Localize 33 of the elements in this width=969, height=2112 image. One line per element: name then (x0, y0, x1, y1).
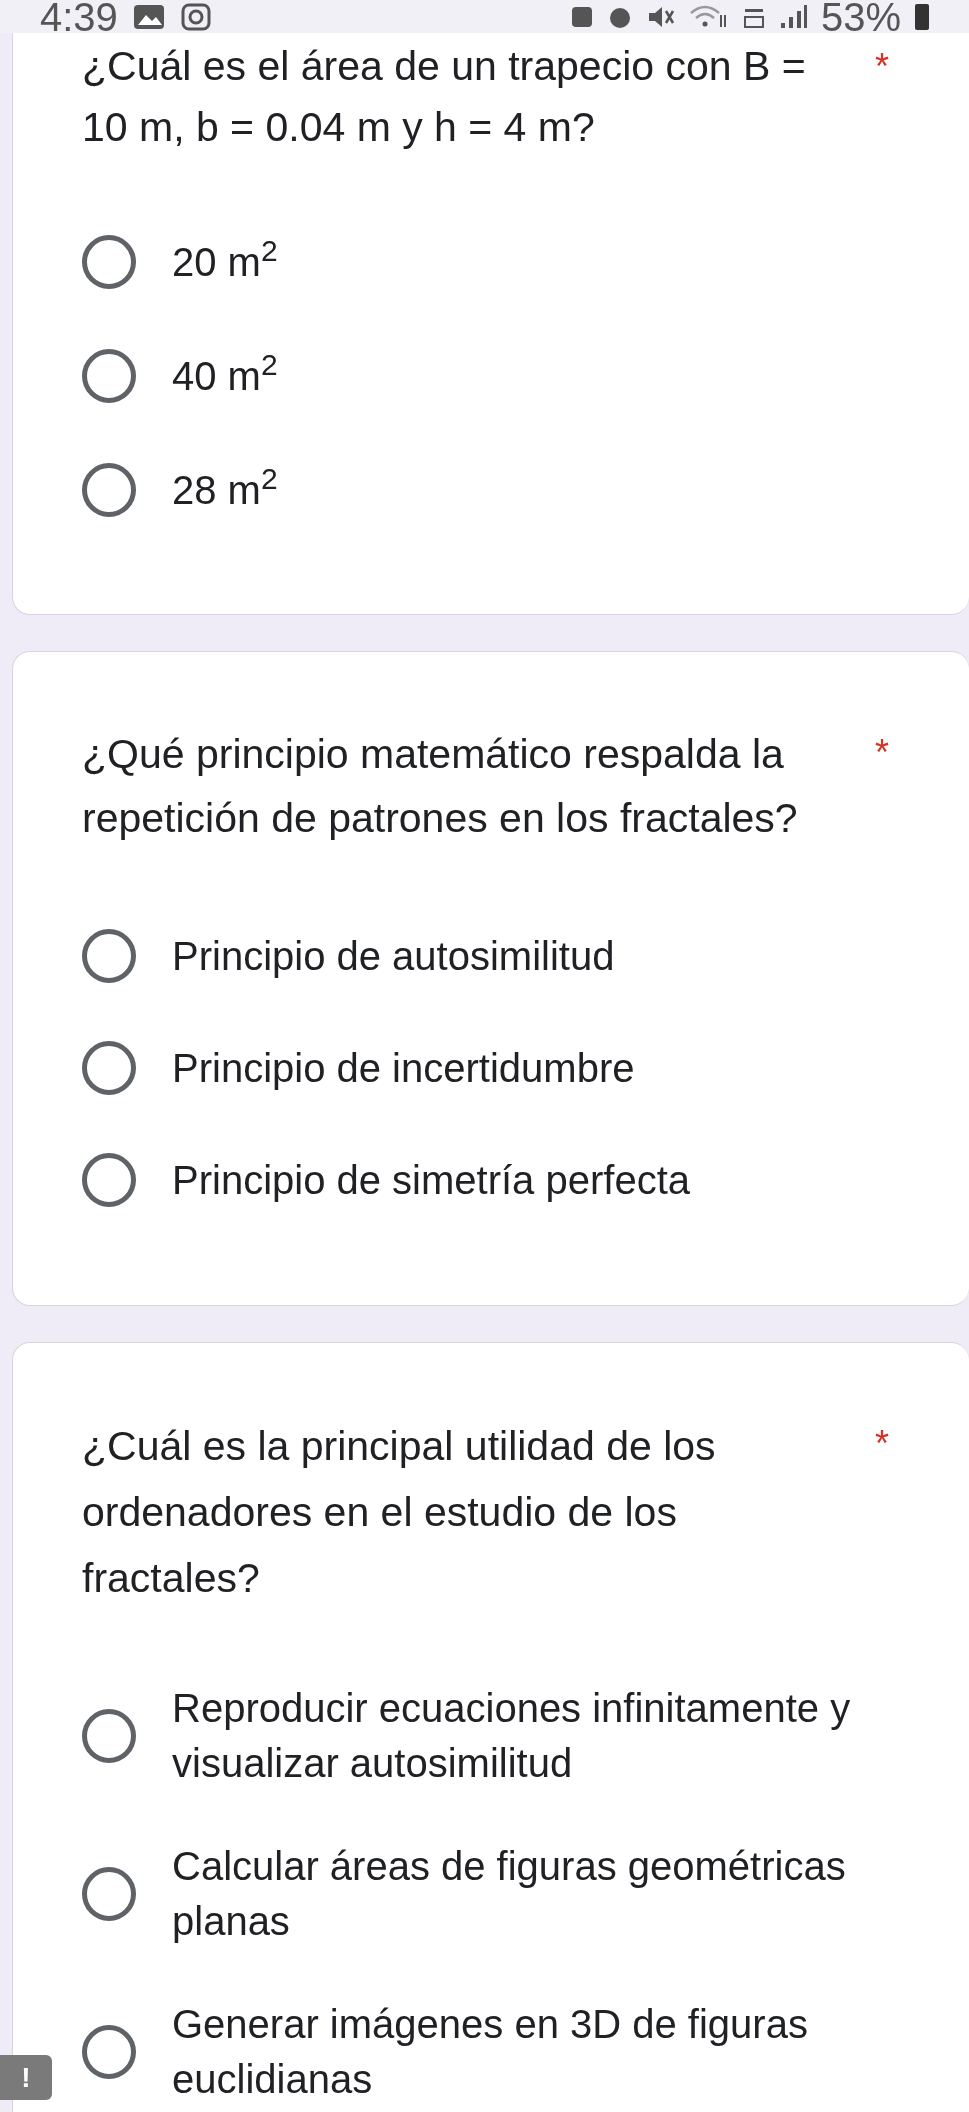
required-asterisk: * (875, 1422, 889, 1466)
radio-button[interactable] (82, 929, 136, 983)
mute-icon (646, 5, 675, 29)
option-label[interactable]: Generar imágenes en 3D de figuras euclidianas (172, 1997, 808, 2107)
required-asterisk: * (875, 45, 889, 89)
option-label[interactable]: 20 m$^{2}$ (172, 242, 278, 282)
radio-button[interactable] (82, 235, 136, 289)
signal-icon (778, 5, 807, 29)
question-title: ¿Cuál es la principal utilidad de los ordenadores en el estudio de los fractales? (82, 1422, 716, 1603)
option-label[interactable]: Principio de autosimilitud (172, 936, 615, 976)
wifi-icon (688, 5, 729, 29)
radio-button[interactable] (82, 1041, 136, 1095)
feedback-badge[interactable]: ! (0, 2055, 52, 2100)
radio-button[interactable] (82, 463, 136, 517)
radio-button[interactable] (82, 1867, 136, 1921)
battery-icon (915, 4, 929, 30)
option-label[interactable]: Principio de simetría perfecta (172, 1160, 690, 1200)
radio-button[interactable] (82, 1153, 136, 1207)
question-title: ¿Qué principio matemático respalda la repetición de patrones en los fractales? (82, 730, 798, 843)
option-label[interactable]: Reproducir ecuaciones infinitamente y visualizar autosimilitud (172, 1681, 851, 1791)
option-label[interactable]: 40 m$^{2}$ (172, 356, 278, 396)
option-label[interactable]: Calcular áreas de figuras geométricas planas (172, 1839, 846, 1949)
question-title: ¿Cuál es el área de un trapecio con B = 10 m, b = 0.04 m y h = 4 m? (82, 42, 806, 152)
radio-button[interactable] (82, 349, 136, 403)
required-asterisk: * (875, 731, 889, 775)
option-label[interactable]: 28 m$^{2}$ (172, 470, 278, 510)
image-icon (131, 3, 166, 31)
radio-button[interactable] (82, 2025, 136, 2079)
status-time: 4:39 (40, 0, 118, 33)
camera-icon (179, 3, 212, 31)
option-label[interactable]: Principio de incertidumbre (172, 1048, 635, 1088)
radio-button[interactable] (82, 1709, 136, 1763)
battery-percent: 53% (820, 0, 901, 33)
